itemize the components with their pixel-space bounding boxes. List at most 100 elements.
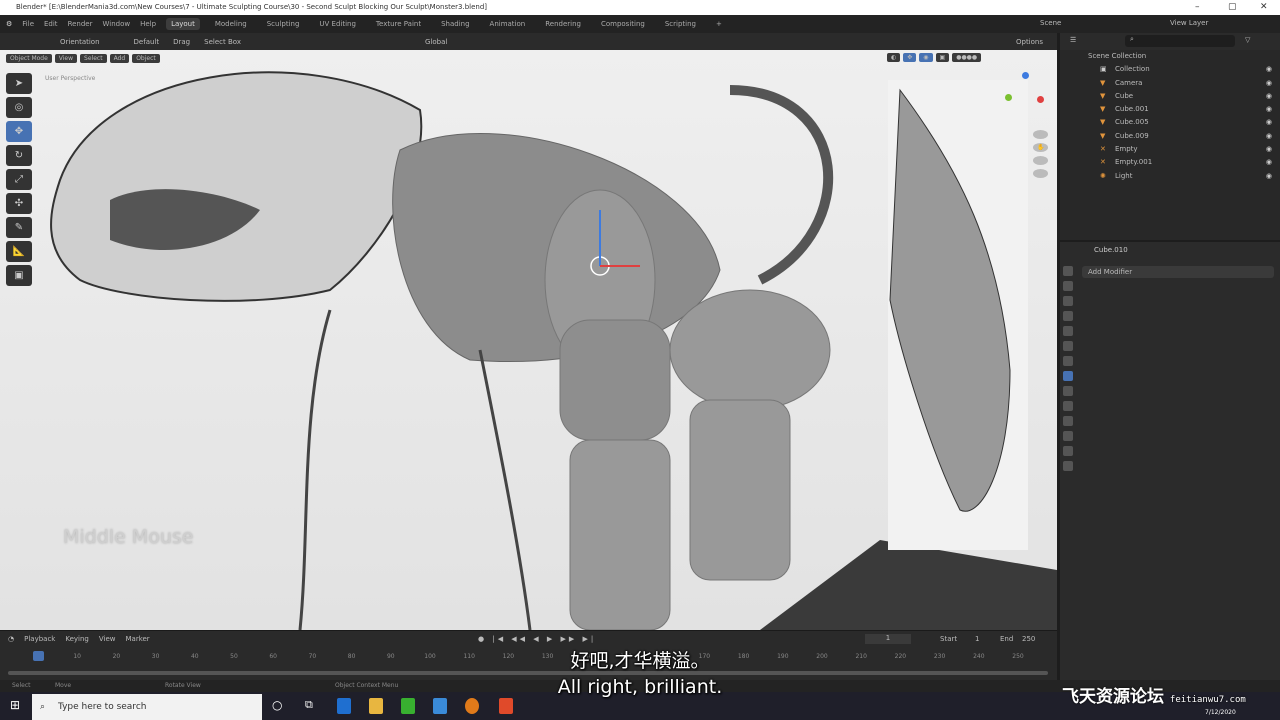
outliner-item[interactable]: ▼ Cube.009 ◉ — [1060, 130, 1280, 143]
camtasia-icon[interactable] — [401, 698, 415, 714]
close-button[interactable]: ✕ — [1260, 0, 1268, 15]
outliner-search-input[interactable]: ⌕ — [1125, 35, 1235, 47]
xray-icon[interactable]: ▣ — [935, 53, 950, 62]
transform-orientation-dropdown[interactable]: Global — [425, 38, 447, 46]
task-view-icon[interactable]: ⧉ — [305, 698, 313, 712]
visibility-icon[interactable]: ◐ — [887, 53, 901, 62]
menu-render[interactable]: Render — [68, 20, 93, 28]
camtasia-recorder-icon[interactable] — [499, 698, 513, 714]
timeline-editor-icon[interactable]: ◔ — [8, 635, 14, 643]
filter-icon[interactable]: ▽ — [1245, 36, 1250, 44]
3d-viewport[interactable]: Object Mode View Select Add Object User … — [0, 50, 1057, 630]
object-mode-dropdown[interactable]: Object Mode — [6, 54, 52, 63]
tab-compositing[interactable]: Compositing — [596, 18, 650, 30]
add-cube-tool-icon[interactable]: ▣ — [6, 265, 32, 286]
eye-icon[interactable]: ◉ — [1266, 116, 1272, 129]
tab-texture-paint[interactable]: Texture Paint — [371, 18, 426, 30]
orientation-dropdown[interactable]: Orientation — [60, 38, 100, 46]
file-explorer-icon[interactable] — [369, 698, 383, 714]
camera-icon[interactable]: ▶ — [1033, 156, 1049, 165]
grid-icon[interactable]: # — [1033, 169, 1049, 178]
eye-icon[interactable]: ◉ — [1266, 63, 1272, 76]
scene-collection-row[interactable]: Scene Collection — [1060, 50, 1280, 63]
tab-modeling[interactable]: Modeling — [210, 18, 252, 30]
options-dropdown[interactable]: Options — [1016, 38, 1043, 46]
rotate-tool-icon[interactable]: ↻ — [6, 145, 32, 166]
eye-icon[interactable]: ◉ — [1266, 156, 1272, 169]
view-layer-selector[interactable]: View Layer — [1170, 19, 1208, 27]
menu-view[interactable]: View — [54, 54, 78, 63]
tab-layout[interactable]: Layout — [166, 18, 200, 30]
menu-add[interactable]: Add — [109, 54, 130, 63]
outliner-item[interactable]: ▼ Camera ◉ — [1060, 77, 1280, 90]
constraints-tab-icon[interactable] — [1063, 416, 1073, 426]
maximize-button[interactable]: ▢ — [1228, 0, 1237, 15]
render-tab-icon[interactable] — [1063, 281, 1073, 291]
gizmo-toggle-icon[interactable]: ✥ — [903, 53, 917, 62]
transform-tool-icon[interactable]: ✣ — [6, 193, 32, 214]
outliner-item[interactable]: ✕ Empty.001 ◉ — [1060, 156, 1280, 169]
eye-icon[interactable]: ◉ — [1266, 130, 1272, 143]
zoom-icon[interactable]: + — [1033, 130, 1049, 139]
tab-sculpting[interactable]: Sculpting — [262, 18, 305, 30]
outliner-item[interactable]: ✺ Light ◉ — [1060, 170, 1280, 183]
outliner-item[interactable]: ▼ Cube.001 ◉ — [1060, 103, 1280, 116]
add-workspace-button[interactable]: + — [711, 18, 727, 30]
pan-hand-icon[interactable]: ✋ — [1033, 143, 1049, 152]
tab-animation[interactable]: Animation — [485, 18, 531, 30]
menu-help[interactable]: Help — [140, 20, 156, 28]
shading-mode-icon[interactable]: ●●●● — [952, 53, 982, 62]
select-box-dropdown[interactable]: Select Box — [204, 38, 241, 46]
scene-tab-icon[interactable] — [1063, 326, 1073, 336]
modifier-tab-icon[interactable] — [1063, 371, 1073, 381]
object-tab-icon[interactable] — [1063, 356, 1073, 366]
editor-type-icon[interactable]: ☰ — [1070, 36, 1076, 44]
material-tab-icon[interactable] — [1063, 446, 1073, 456]
menu-window[interactable]: Window — [102, 20, 130, 28]
add-modifier-dropdown[interactable]: Add Modifier — [1082, 266, 1274, 278]
collection-row[interactable]: ▣ Collection ◉ — [1060, 63, 1280, 76]
annotate-tool-icon[interactable]: ✎ — [6, 217, 32, 238]
eye-icon[interactable]: ◉ — [1266, 143, 1272, 156]
menu-edit[interactable]: Edit — [44, 20, 58, 28]
blender-logo-icon[interactable]: ⚙ — [6, 20, 12, 28]
blender-taskbar-icon[interactable] — [465, 698, 479, 714]
measure-tool-icon[interactable]: 📐 — [6, 241, 32, 262]
output-tab-icon[interactable] — [1063, 296, 1073, 306]
outliner-item[interactable]: ▼ Cube.005 ◉ — [1060, 116, 1280, 129]
start-frame-field[interactable]: 1 — [975, 635, 979, 643]
scale-tool-icon[interactable]: ⤢ — [6, 169, 32, 190]
data-tab-icon[interactable] — [1063, 431, 1073, 441]
playback-controls[interactable]: ● |◀ ◀◀ ◀ ▶ ▶▶ ▶| — [478, 635, 596, 643]
cortana-icon[interactable]: ○ — [272, 698, 282, 712]
tab-scripting[interactable]: Scripting — [660, 18, 701, 30]
tab-uv-editing[interactable]: UV Editing — [314, 18, 361, 30]
particles-tab-icon[interactable] — [1063, 386, 1073, 396]
outliner-item[interactable]: ✕ Empty ◉ — [1060, 143, 1280, 156]
menu-keying[interactable]: Keying — [65, 635, 89, 643]
texture-tab-icon[interactable] — [1063, 461, 1073, 471]
scene-selector[interactable]: Scene — [1040, 19, 1061, 27]
edge-browser-icon[interactable] — [337, 698, 351, 714]
end-frame-field[interactable]: 250 — [1022, 635, 1035, 643]
cursor-tool-icon[interactable]: ◎ — [6, 97, 32, 118]
tab-rendering[interactable]: Rendering — [540, 18, 586, 30]
overlay-toggle-icon[interactable]: ◉ — [919, 53, 933, 62]
navigation-gizmo[interactable] — [1003, 72, 1047, 116]
world-tab-icon[interactable] — [1063, 341, 1073, 351]
windows-start-icon[interactable]: ⊞ — [10, 698, 20, 712]
pivot-dropdown[interactable]: Default — [134, 38, 160, 46]
photos-icon[interactable] — [433, 698, 447, 714]
menu-playback[interactable]: Playback — [24, 635, 55, 643]
menu-select[interactable]: Select — [80, 54, 107, 63]
menu-marker[interactable]: Marker — [125, 635, 149, 643]
drag-dropdown[interactable]: Drag — [173, 38, 190, 46]
menu-view[interactable]: View — [99, 635, 116, 643]
view-layer-tab-icon[interactable] — [1063, 311, 1073, 321]
move-tool-icon[interactable]: ✥ — [6, 121, 32, 142]
physics-tab-icon[interactable] — [1063, 401, 1073, 411]
current-frame-field[interactable]: 1 — [865, 634, 911, 644]
menu-object[interactable]: Object — [132, 54, 160, 63]
minimize-button[interactable]: – — [1195, 0, 1200, 15]
eye-icon[interactable]: ◉ — [1266, 103, 1272, 116]
